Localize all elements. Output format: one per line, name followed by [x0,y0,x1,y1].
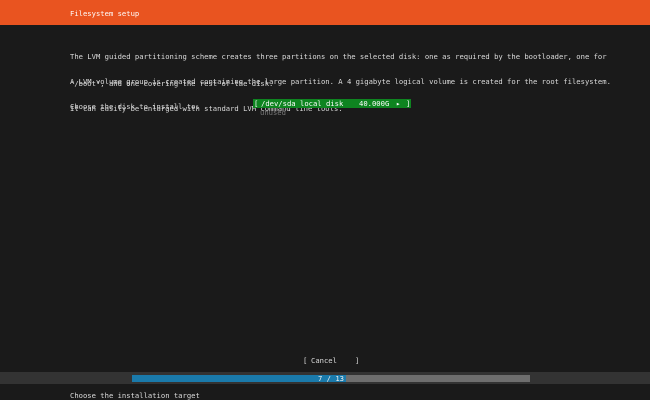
disk-path: /dev/sda [261,99,296,108]
installer-screen: Filesystem setup The LVM guided partitio… [0,0,650,400]
chevron-right-icon: ▸ [396,99,401,108]
cancel-button[interactable]: [ Cancel ] [303,356,361,365]
status-text: Choose the installation target [70,391,200,400]
header-bar: Filesystem setup [0,0,650,25]
disk-close-bracket: ] [406,99,411,108]
disk-usage-label: unused [260,108,286,117]
disk-type: local disk [300,99,344,108]
page-title: Filesystem setup [70,8,140,18]
disk-size: 40.000G [359,99,390,108]
disk-option-sda[interactable]: [ /dev/sda local disk 40.000G ▸ ] [253,99,411,108]
progress-bar: 7 / 13 [132,373,530,383]
cancel-open-bracket: [ [303,356,308,365]
cancel-label: Cancel [311,356,337,365]
cancel-close-bracket: ] [355,356,360,365]
disk-open-bracket: [ [254,99,259,108]
progress-label: 7 / 13 [318,373,344,383]
